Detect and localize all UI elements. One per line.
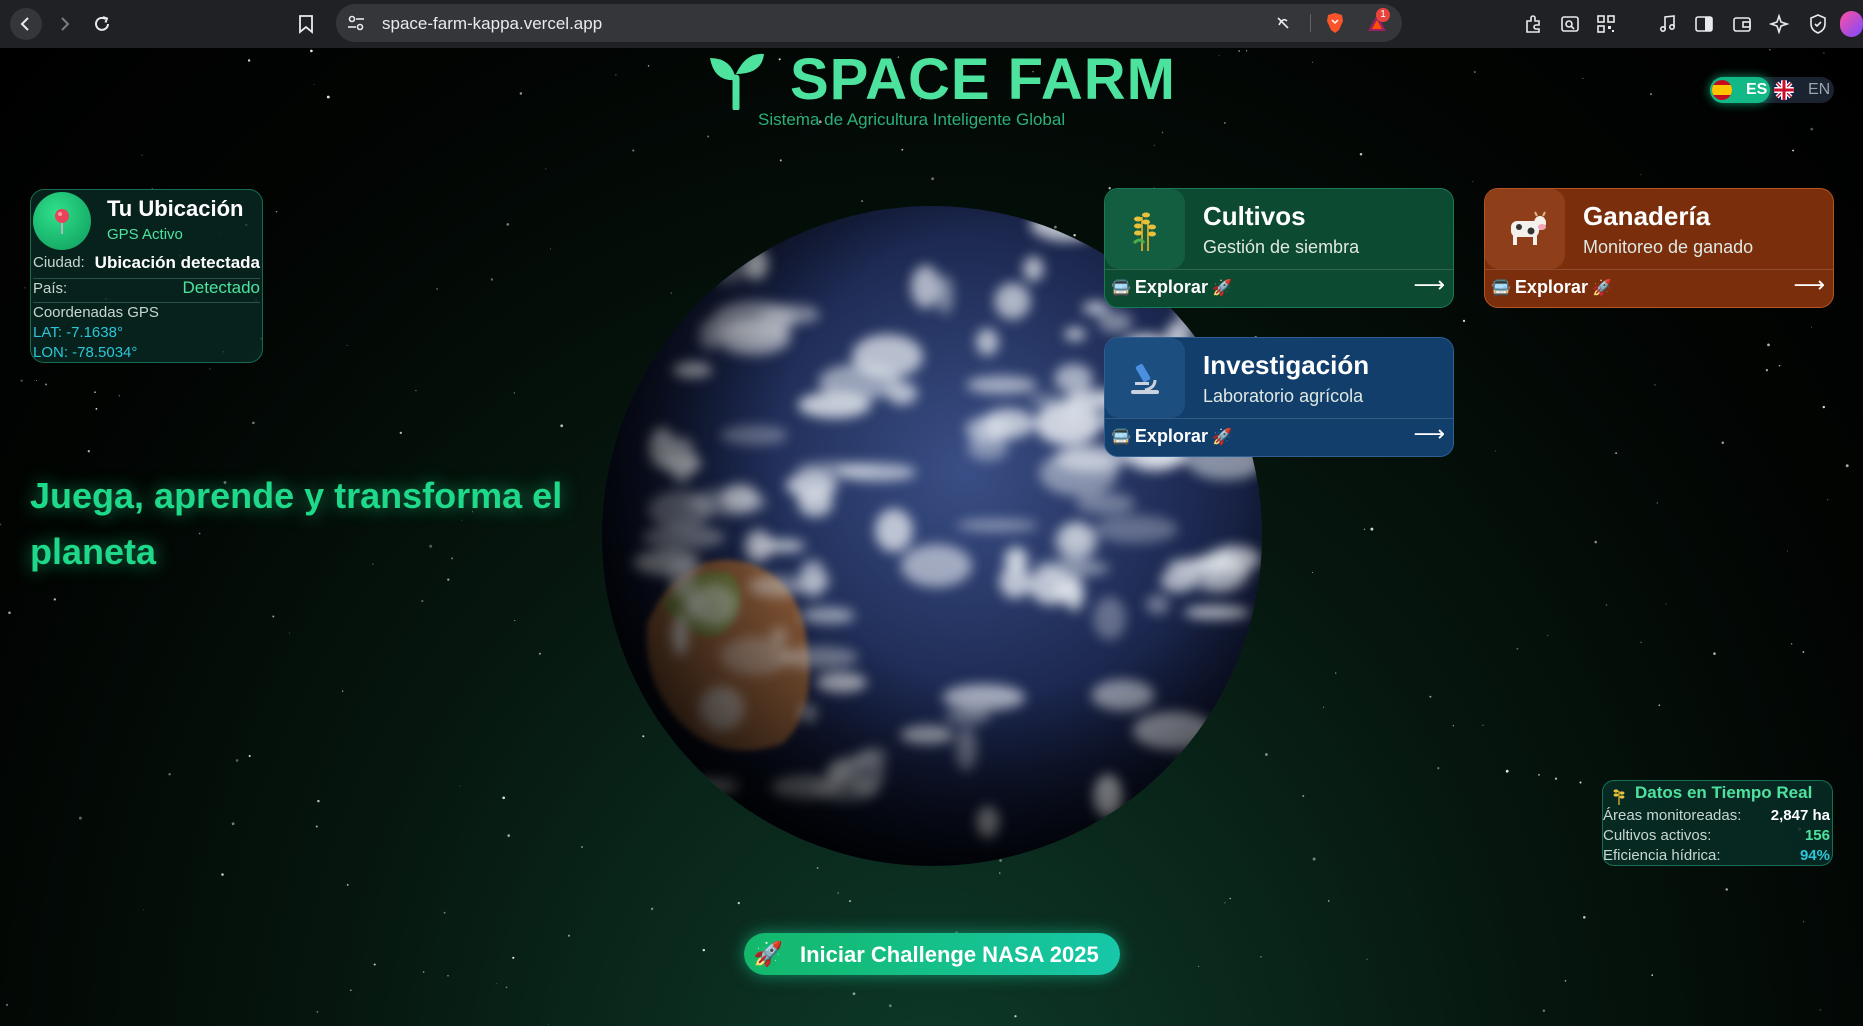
chevron-left-icon <box>20 17 29 31</box>
realtime-title: Datos en Tiempo Real <box>1635 783 1813 802</box>
explore-link[interactable]: 🚍 Explorar 🚀 <box>1491 277 1612 298</box>
stat-label: Áreas monitoreadas: <box>1603 807 1742 824</box>
sidebar-icon[interactable] <box>1690 10 1718 38</box>
lang-es-label: ES <box>1746 81 1768 98</box>
language-switcher: ES EN <box>1710 77 1834 103</box>
tracking-off-icon[interactable] <box>1272 12 1294 34</box>
location-card: Tu Ubicación GPS Activo Ciudad: Ubicació… <box>30 189 263 363</box>
find-page-icon[interactable] <box>1556 10 1584 38</box>
music-icon[interactable] <box>1654 10 1682 38</box>
stat-label: Cultivos activos: <box>1603 827 1712 844</box>
explore-label: Explorar <box>1134 277 1208 297</box>
brave-shields-icon[interactable] <box>1324 12 1346 34</box>
profile-avatar-icon[interactable] <box>1840 10 1863 38</box>
card-cultivos[interactable]: Cultivos Gestión de siembra 🚍 Explorar 🚀… <box>1104 188 1454 308</box>
page-subtitle: Sistema de Agricultura Inteligente Globa… <box>758 110 1066 129</box>
spain-flag-icon <box>1712 80 1732 100</box>
rocket-icon: 🚀 <box>1211 428 1232 446</box>
card-subtitle: Gestión de siembra <box>1203 237 1360 257</box>
rocket-icon: 🚀 <box>1591 279 1612 297</box>
rocket-icon: 🚀 <box>1211 279 1232 297</box>
bus-icon: 🚍 <box>1111 428 1131 446</box>
divider <box>1310 14 1311 32</box>
location-title: Tu Ubicación <box>107 196 244 221</box>
stat-value: 2,847 ha <box>1770 807 1830 824</box>
arrow-right-icon[interactable]: ⟶ <box>1793 273 1825 298</box>
extensions-icon[interactable] <box>1520 10 1548 38</box>
explore-link[interactable]: 🚍 Explorar 🚀 <box>1111 277 1232 298</box>
gps-status: GPS Activo <box>107 226 183 243</box>
explore-link[interactable]: 🚍 Explorar 🚀 <box>1111 426 1232 447</box>
vpn-shield-icon[interactable] <box>1804 10 1832 38</box>
browser-toolbar: space-farm-kappa.vercel.app 1 <box>0 0 1863 48</box>
coords-label: Coordenadas GPS <box>33 304 159 321</box>
bus-icon: 🚍 <box>1491 279 1511 297</box>
card-ganaderia[interactable]: Ganadería Monitoreo de ganado 🚍 Explorar… <box>1484 188 1834 308</box>
back-button[interactable] <box>10 8 42 40</box>
chevron-right-icon <box>61 17 70 31</box>
stat-value: 156 <box>1804 827 1830 844</box>
page-title: SPACE FARM <box>790 48 1176 112</box>
divider <box>1105 418 1453 419</box>
latitude: LAT: -7.1638° <box>33 324 123 341</box>
forward-button[interactable] <box>48 8 80 40</box>
site-settings-icon[interactable] <box>346 13 366 33</box>
map-pin-icon <box>33 192 91 250</box>
card-title: Investigación <box>1203 350 1370 380</box>
card-subtitle: Laboratorio agrícola <box>1203 386 1364 406</box>
explore-label: Explorar <box>1514 277 1588 297</box>
card-investigacion[interactable]: Investigación Laboratorio agrícola 🚍 Exp… <box>1104 337 1454 457</box>
lang-es-button[interactable]: ES <box>1710 77 1770 103</box>
country-label: País: <box>33 280 68 297</box>
bookmark-button[interactable] <box>292 10 320 38</box>
uk-flag-icon[interactable] <box>1774 80 1794 100</box>
lang-en-button[interactable]: EN <box>1808 81 1830 99</box>
divider <box>1105 269 1453 270</box>
brand-header: SPACE FARM Sistema de Agricultura Inteli… <box>700 48 1180 129</box>
arrow-right-icon[interactable]: ⟶ <box>1413 422 1445 447</box>
qr-code-icon[interactable] <box>1592 10 1620 38</box>
rocket-icon: 🚀 <box>753 940 783 968</box>
city-label: Ciudad: <box>33 254 85 271</box>
divider <box>33 302 260 303</box>
wheat-icon <box>1613 789 1625 805</box>
divider <box>1485 269 1833 270</box>
country-value: Detectado <box>182 278 261 297</box>
realtime-data-card: Datos en Tiempo Real Áreas monitoreadas:… <box>1602 780 1833 866</box>
longitude: LON: -78.5034° <box>33 344 138 361</box>
notification-badge: 1 <box>1376 8 1390 22</box>
start-challenge-label: Iniciar Challenge NASA 2025 <box>800 942 1099 967</box>
city-value: Ubicación detectada <box>94 253 260 272</box>
ai-assistant-icon[interactable] <box>1766 10 1794 38</box>
stat-label: Eficiencia hídrica: <box>1603 847 1721 864</box>
card-subtitle: Monitoreo de ganado <box>1583 237 1754 257</box>
reload-icon <box>95 16 109 31</box>
tagline: Juega, aprende y transforma el planeta <box>30 475 563 572</box>
sprout-icon <box>710 53 764 110</box>
page: SPACE FARM Sistema de Agricultura Inteli… <box>0 48 1863 1026</box>
wheat-icon <box>1105 189 1185 269</box>
wallet-icon[interactable] <box>1728 10 1756 38</box>
url-text[interactable]: space-farm-kappa.vercel.app <box>382 14 602 34</box>
bus-icon: 🚍 <box>1111 279 1131 297</box>
stat-value: 94% <box>1799 847 1830 864</box>
cow-icon <box>1485 189 1565 269</box>
bookmark-icon <box>299 15 313 34</box>
explore-label: Explorar <box>1134 426 1208 446</box>
card-title: Cultivos <box>1203 201 1306 231</box>
address-bar[interactable]: space-farm-kappa.vercel.app 1 <box>336 4 1402 42</box>
arrow-right-icon[interactable]: ⟶ <box>1413 273 1445 298</box>
reload-button[interactable] <box>86 8 118 40</box>
start-challenge-button[interactable]: 🚀 Iniciar Challenge NASA 2025 <box>744 933 1120 975</box>
microscope-icon <box>1105 338 1185 418</box>
card-title: Ganadería <box>1583 201 1711 231</box>
